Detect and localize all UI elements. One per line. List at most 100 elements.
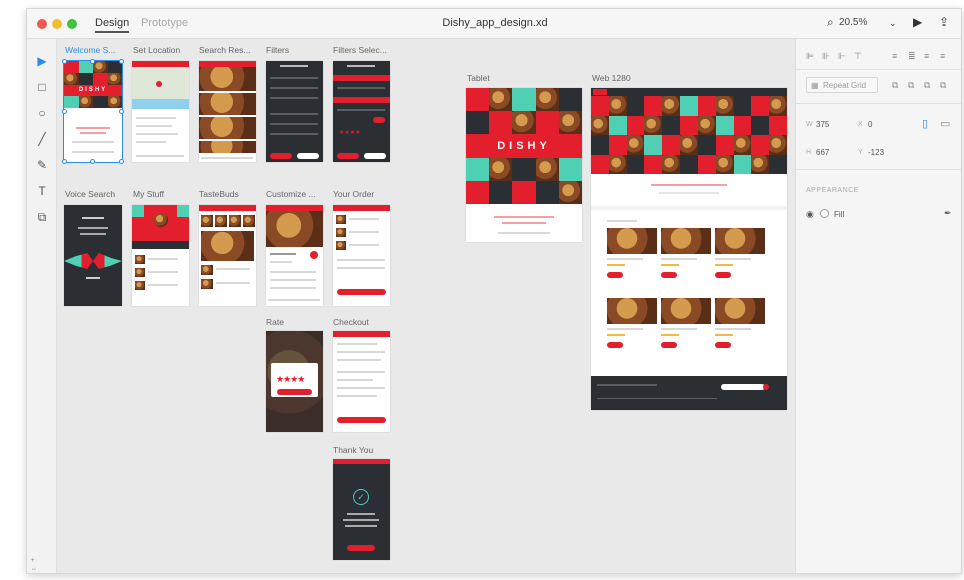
landscape-icon[interactable]: ▭ — [940, 117, 950, 130]
rectangle-icon[interactable]: □ — [34, 79, 50, 95]
repeat-grid-label: Repeat Grid — [823, 81, 867, 90]
mosaic-tile — [608, 96, 627, 116]
artboard-set-location[interactable] — [132, 61, 189, 162]
artboard-label-filters-selected[interactable]: Filters Selec... — [333, 45, 387, 55]
play-preview-icon[interactable]: ▶ — [913, 15, 922, 29]
artboard-label-search-results[interactable]: Search Res... — [199, 45, 251, 55]
mosaic-tile — [680, 135, 698, 155]
artboard-checkout[interactable] — [333, 331, 390, 432]
order-button[interactable] — [661, 272, 677, 278]
mosaic-tile — [715, 135, 734, 155]
artboard-filters[interactable] — [266, 61, 323, 162]
repeat-grid-button[interactable]: ▦ Repeat Grid — [806, 77, 878, 93]
artboard-your-order[interactable] — [333, 205, 390, 306]
artboard-icon[interactable]: ⧉ — [34, 209, 50, 225]
boolean-intersect-icon[interactable]: ⧉ — [924, 80, 930, 91]
mosaic-tile — [662, 96, 681, 116]
artboard-my-stuff[interactable] — [132, 205, 189, 306]
width-label: W — [806, 121, 813, 128]
artboard-search-results[interactable] — [199, 61, 256, 162]
selection-handle[interactable] — [119, 59, 124, 64]
ellipse-icon[interactable]: ○ — [34, 105, 50, 121]
mosaic-tile — [715, 115, 734, 135]
y-field[interactable]: -123 — [868, 148, 884, 157]
artboard-filters-selected[interactable]: ★★★★ — [333, 61, 390, 162]
order-button[interactable] — [661, 342, 677, 348]
artboard-customize[interactable] — [266, 205, 323, 306]
height-field[interactable]: 667 — [816, 148, 829, 157]
align-left-icon[interactable]: ⊫ — [806, 51, 814, 62]
selection-handle[interactable] — [62, 59, 67, 64]
mosaic-tile — [769, 135, 787, 155]
mosaic-tile — [680, 115, 698, 135]
selection-handle[interactable] — [90, 59, 95, 64]
portrait-icon[interactable]: ▯ — [922, 117, 928, 130]
artboard-label-welcome[interactable]: Welcome S... — [65, 45, 115, 55]
artboard-label-set-location[interactable]: Set Location — [133, 45, 180, 55]
text-icon[interactable]: T — [34, 183, 50, 199]
boolean-subtract-icon[interactable]: ⧉ — [908, 80, 914, 91]
distribute-h-icon[interactable]: ≡ — [892, 51, 897, 61]
artboard-label-tastebuds[interactable]: TasteBuds — [199, 189, 239, 199]
brand-logo: DISHY — [64, 85, 122, 96]
selection-handle[interactable] — [62, 159, 67, 164]
selection-handle[interactable] — [119, 159, 124, 164]
bottom-info: + ↔ 370 — [31, 557, 41, 574]
artboard-voice-search[interactable] — [64, 205, 122, 306]
order-button[interactable] — [715, 272, 731, 278]
selection-handle[interactable] — [119, 109, 124, 114]
eye-icon[interactable]: ◉ — [806, 209, 814, 220]
selection-handle[interactable] — [90, 159, 95, 164]
artboard-label-filters[interactable]: Filters — [266, 45, 289, 55]
design-canvas[interactable]: Welcome S... Set Location Search Res... … — [57, 39, 795, 573]
mosaic-tile — [715, 154, 734, 174]
line-icon[interactable]: ╱ — [34, 131, 50, 147]
order-button[interactable] — [607, 272, 623, 278]
artboard-label-checkout[interactable]: Checkout — [333, 317, 369, 327]
food-photo — [715, 298, 765, 324]
pen-icon[interactable]: ✎ — [34, 157, 50, 173]
width-field[interactable]: 375 — [816, 120, 829, 129]
artboard-welcome[interactable]: DISHY — [63, 60, 123, 163]
app-window: Design Prototype Dishy_app_design.xd ⌕ 2… — [26, 8, 962, 574]
artboard-label-your-order[interactable]: Your Order — [333, 189, 374, 199]
align-right-icon[interactable]: ⊩ — [838, 51, 846, 62]
selection-handle[interactable] — [62, 109, 67, 114]
info-plus: + — [31, 558, 35, 564]
artboard-label-tablet[interactable]: Tablet — [467, 73, 490, 83]
artboard-tablet[interactable]: DISHY — [466, 88, 582, 242]
zoom-level[interactable]: 20.5% — [839, 17, 867, 28]
text-line — [715, 258, 751, 260]
artboard-label-customize[interactable]: Customize ... — [266, 189, 316, 199]
align-center-icon[interactable]: ⊪ — [822, 51, 830, 62]
distribute-v-icon[interactable]: ≣ — [908, 51, 916, 62]
boolean-add-icon[interactable]: ⧉ — [892, 80, 898, 91]
info-value: 370 — [31, 573, 41, 574]
order-button[interactable] — [607, 342, 623, 348]
artboard-label-rate[interactable]: Rate — [266, 317, 284, 327]
select-icon[interactable]: ▶ — [34, 53, 50, 69]
artboard-label-web[interactable]: Web 1280 — [592, 73, 631, 83]
align-top-icon[interactable]: ⊤ — [854, 51, 862, 62]
eyedropper-icon[interactable]: ✒ — [944, 208, 952, 219]
fill-swatch[interactable] — [820, 209, 829, 218]
artboard-label-thank-you[interactable]: Thank You — [333, 445, 373, 455]
search-icon[interactable]: ⌕ — [827, 15, 834, 30]
mosaic-tile — [697, 135, 716, 155]
share-icon[interactable]: ⇪ — [939, 15, 949, 29]
artboard-label-my-stuff[interactable]: My Stuff — [133, 189, 164, 199]
food-photo — [661, 298, 711, 324]
mosaic-tile — [644, 135, 663, 155]
order-button[interactable] — [715, 342, 731, 348]
artboard-rate[interactable]: ★★★★ — [266, 331, 323, 432]
chevron-down-icon[interactable]: ⌄ — [889, 18, 897, 29]
align-middle-icon[interactable]: ≡ — [924, 51, 929, 61]
artboard-thank-you[interactable]: ✓ — [333, 459, 390, 560]
mosaic-tile — [626, 135, 645, 155]
x-field[interactable]: 0 — [868, 120, 872, 129]
artboard-web-1280[interactable] — [591, 88, 787, 410]
artboard-tastebuds[interactable] — [199, 205, 256, 306]
align-bottom-icon[interactable]: ≡ — [940, 51, 945, 61]
artboard-label-voice-search[interactable]: Voice Search — [65, 189, 115, 199]
boolean-exclude-icon[interactable]: ⧉ — [940, 80, 946, 91]
